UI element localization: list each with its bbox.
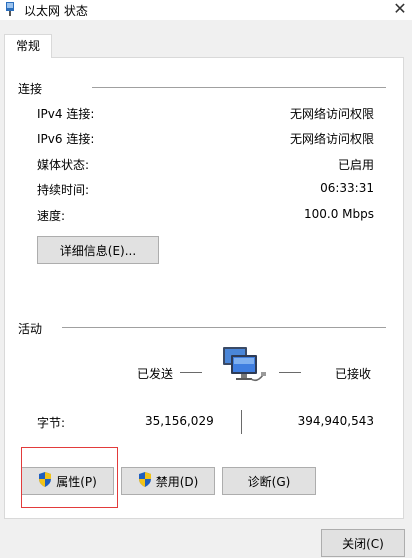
connection-heading: 连接	[18, 82, 43, 96]
diagnose-button[interactable]: 诊断(G)	[222, 467, 316, 495]
speed-value: 100.0 Mbps	[303, 207, 374, 221]
duration-label: 持续时间:	[37, 183, 90, 197]
activity-heading: 活动	[18, 322, 43, 336]
network-computers-icon	[215, 345, 267, 387]
disable-button-label: 禁用(D)	[155, 474, 199, 489]
properties-button-label: 属性(P)	[56, 474, 97, 489]
ipv4-label: IPv4 连接:	[37, 107, 95, 121]
sent-dash	[180, 372, 202, 373]
duration-value: 06:33:31	[320, 181, 374, 195]
received-label: 已接收	[335, 367, 372, 381]
details-button[interactable]: 详细信息(E)...	[37, 236, 159, 264]
uac-shield-icon	[38, 472, 52, 490]
disable-button[interactable]: 禁用(D)	[121, 467, 215, 495]
uac-shield-icon	[138, 472, 152, 490]
ipv6-label: IPv6 连接:	[37, 132, 95, 146]
window-title: 以太网 状态	[24, 4, 88, 18]
connection-divider	[92, 87, 386, 88]
received-dash	[279, 372, 301, 373]
sent-label: 已发送	[137, 367, 174, 381]
ipv6-value: 无网络访问权限	[289, 132, 374, 146]
title-bar: 以太网 状态 ✕	[0, 0, 412, 20]
close-window-icon[interactable]: ✕	[388, 0, 412, 20]
general-panel	[4, 57, 404, 519]
bytes-sent-value: 35,156,029	[145, 414, 214, 428]
bytes-received-value: 394,940,543	[297, 414, 374, 428]
properties-button[interactable]: 属性(P)	[21, 467, 114, 495]
close-button[interactable]: 关闭(C)	[321, 529, 405, 557]
ipv4-value: 无网络访问权限	[289, 107, 374, 121]
speed-label: 速度:	[37, 209, 66, 223]
media-state-value: 已启用	[337, 158, 374, 172]
bytes-divider	[241, 410, 242, 434]
activity-divider	[62, 327, 386, 328]
bytes-label: 字节:	[37, 416, 66, 430]
tab-general[interactable]: 常规	[4, 34, 52, 58]
ethernet-icon	[4, 2, 16, 16]
media-state-label: 媒体状态:	[37, 158, 90, 172]
